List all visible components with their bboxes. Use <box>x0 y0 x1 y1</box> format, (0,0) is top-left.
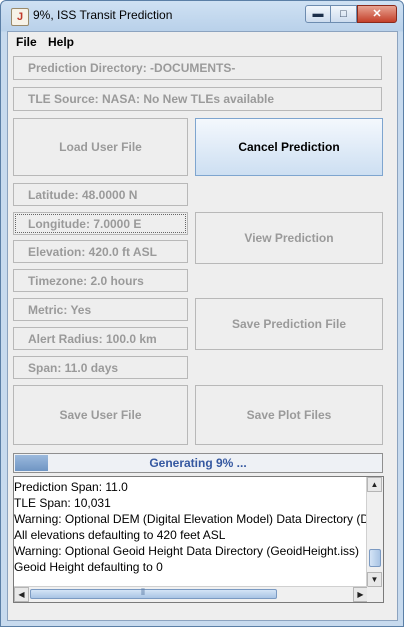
log-line: TLE Span: 10,031 <box>14 496 111 510</box>
scroll-grip-icon: ⦀ <box>141 587 145 597</box>
java-app-icon[interactable]: J <box>11 8 29 26</box>
progress-label: Generating 9% ... <box>149 456 247 470</box>
menu-bar: File Help <box>8 32 397 52</box>
menu-help[interactable]: Help <box>48 35 74 49</box>
vertical-scroll-thumb[interactable] <box>369 549 381 567</box>
span-field[interactable]: Span: 11.0 days <box>13 356 188 379</box>
progress-bar: Generating 9% ... <box>13 453 383 473</box>
horizontal-scrollbar[interactable]: ◀ ⦀ ▶ <box>14 586 368 602</box>
alert-radius-field[interactable]: Alert Radius: 100.0 km <box>13 327 188 350</box>
window-title: 9%, ISS Transit Prediction <box>33 8 173 22</box>
log-line: Warning: Optional DEM (Digital Elevation… <box>14 512 367 526</box>
latitude-field[interactable]: Latitude: 48.0000 N <box>13 183 188 206</box>
load-user-file-button[interactable]: Load User File <box>13 118 188 176</box>
vertical-scrollbar[interactable]: ▲ ▼ <box>366 477 383 587</box>
prediction-directory-field[interactable]: Prediction Directory: -DOCUMENTS- <box>13 56 382 80</box>
save-user-file-button[interactable]: Save User File <box>13 385 188 445</box>
tle-source-field[interactable]: TLE Source: NASA: No New TLEs available <box>13 87 382 111</box>
save-plot-files-button[interactable]: Save Plot Files <box>195 385 383 445</box>
save-prediction-file-button[interactable]: Save Prediction File <box>195 298 383 350</box>
metric-field[interactable]: Metric: Yes <box>13 298 188 321</box>
log-text-area[interactable]: Prediction Span: 11.0 TLE Span: 10,031 Wa… <box>14 479 367 589</box>
scroll-down-arrow-icon[interactable]: ▼ <box>367 572 382 587</box>
scroll-corner <box>367 587 383 602</box>
elevation-field[interactable]: Elevation: 420.0 ft ASL <box>13 240 188 263</box>
client-area: File Help Prediction Directory: -DOCUMEN… <box>7 31 398 621</box>
cancel-prediction-button[interactable]: Cancel Prediction <box>195 118 383 176</box>
scroll-up-arrow-icon[interactable]: ▲ <box>367 477 382 492</box>
menu-file[interactable]: File <box>16 35 37 49</box>
longitude-field[interactable]: Longitude: 7.0000 E <box>13 212 188 235</box>
log-line: All elevations defaulting to 420 feet AS… <box>14 528 226 542</box>
log-line: Warning: Optional Geoid Height Data Dire… <box>14 544 360 558</box>
timezone-field[interactable]: Timezone: 2.0 hours <box>13 269 188 292</box>
minimize-button[interactable]: ▬ <box>305 5 331 23</box>
scroll-left-arrow-icon[interactable]: ◀ <box>14 587 29 602</box>
maximize-button[interactable]: □ <box>331 5 357 23</box>
title-bar[interactable]: J 9%, ISS Transit Prediction ▬ □ ✕ <box>1 1 403 31</box>
log-panel[interactable]: Prediction Span: 11.0 TLE Span: 10,031 Wa… <box>13 476 384 603</box>
scroll-right-arrow-icon[interactable]: ▶ <box>353 587 368 602</box>
horizontal-scroll-thumb[interactable]: ⦀ <box>30 587 277 599</box>
close-button[interactable]: ✕ <box>357 5 397 23</box>
log-line: Geoid Height defaulting to 0 <box>14 560 163 574</box>
app-window: J 9%, ISS Transit Prediction ▬ □ ✕ File … <box>0 0 404 627</box>
view-prediction-button[interactable]: View Prediction <box>195 212 383 264</box>
log-line: Prediction Span: 11.0 <box>14 480 128 494</box>
